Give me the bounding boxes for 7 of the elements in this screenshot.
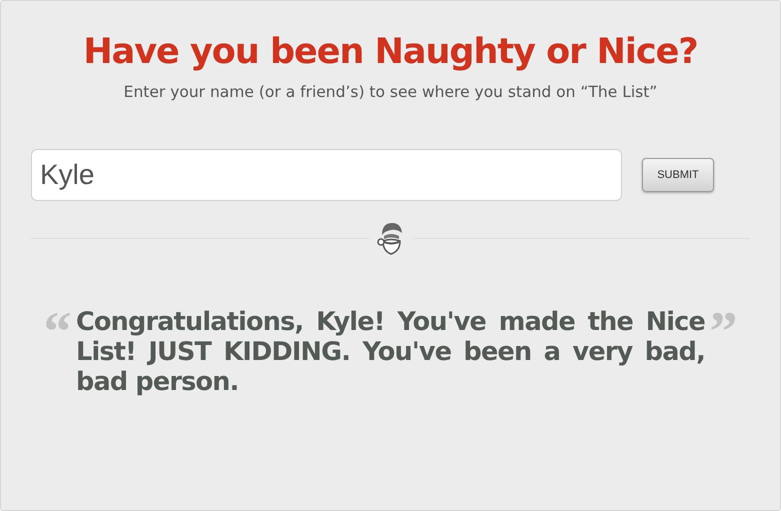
- open-quote: “: [42, 307, 72, 357]
- page-title: Have you been Naughty or Nice?: [82, 31, 699, 74]
- subtitle: Enter your name (or a friend’s) to see where you stand on “The List”: [122, 82, 658, 103]
- name-field[interactable]: Kyle: [31, 149, 622, 201]
- result-message: Congratulations, Kyle! You've made the Nice List! JUST KIDDING. You've been a very bad, bad person.: [76, 307, 705, 397]
- submit-button[interactable]: SUBMIT: [642, 158, 714, 192]
- close-quote: ”: [708, 307, 738, 357]
